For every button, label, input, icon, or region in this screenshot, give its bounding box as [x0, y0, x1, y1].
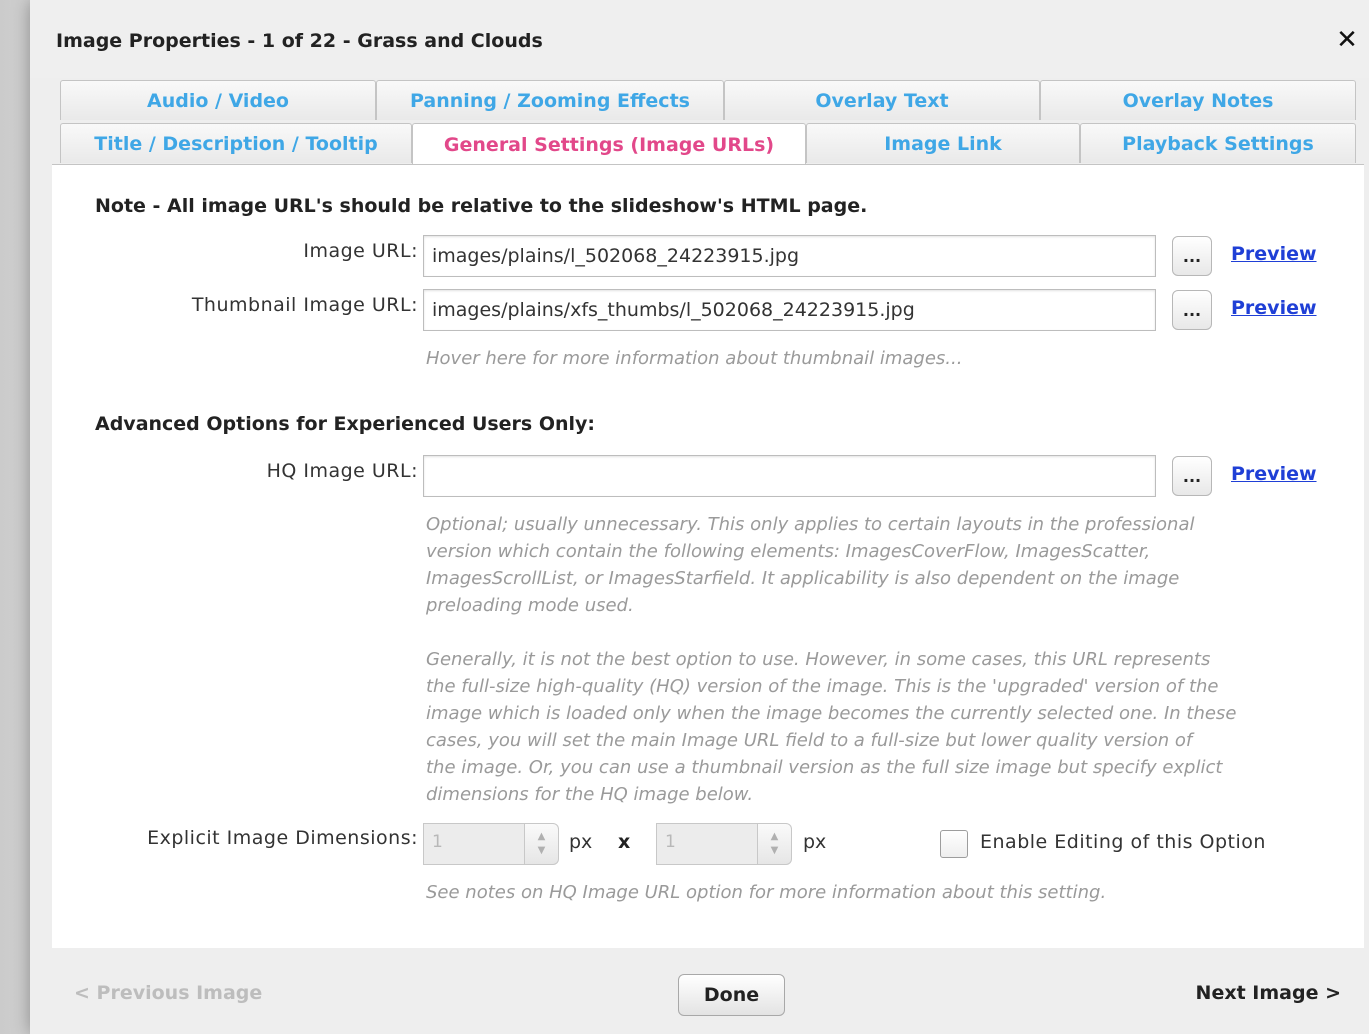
hint-line: version which contain the following elem…: [426, 541, 1151, 562]
width-unit: px: [569, 831, 593, 853]
next-image-button[interactable]: Next Image >: [1196, 982, 1341, 1004]
image-url-input[interactable]: [423, 235, 1156, 277]
tab-general-settings[interactable]: General Settings (Image URLs): [412, 123, 806, 165]
tab-title-description[interactable]: Title / Description / Tooltip: [60, 123, 412, 163]
hq-url-browse-button[interactable]: ...: [1172, 456, 1212, 496]
hq-url-preview-link[interactable]: Preview: [1231, 463, 1317, 485]
height-stepper-arrows[interactable]: ▲ ▼: [758, 823, 792, 865]
thumbnail-url-input[interactable]: [423, 289, 1156, 331]
thumbnail-hint[interactable]: Hover here for more information about th…: [426, 345, 1326, 372]
thumbnail-url-label: Thumbnail Image URL:: [191, 294, 418, 316]
thumbnail-url-preview-link[interactable]: Preview: [1231, 297, 1317, 319]
tab-audio-video[interactable]: Audio / Video: [60, 80, 376, 120]
tab-row-2: Title / Description / Tooltip General Se…: [60, 123, 1356, 165]
up-arrow-icon[interactable]: ▲: [771, 830, 779, 844]
thumbnail-url-browse-button[interactable]: ...: [1172, 290, 1212, 330]
width-stepper[interactable]: 1 ▲ ▼: [423, 823, 559, 865]
dimensions-hint: See notes on HQ Image URL option for mor…: [426, 882, 1107, 903]
hint-line: dimensions for the HQ image below.: [426, 784, 754, 805]
tab-image-link[interactable]: Image Link: [806, 123, 1080, 163]
hint-line: the image. Or, you can use a thumbnail v…: [426, 757, 1223, 778]
hint-line: preloading mode used.: [426, 595, 634, 616]
hint-line: cases, you will set the main Image URL f…: [426, 730, 1193, 751]
times-sign: x: [618, 831, 631, 853]
url-note: Note - All image URL's should be relativ…: [95, 195, 868, 217]
hint-line: ImagesScrollList, or ImagesStarfield. It…: [426, 568, 1180, 589]
image-url-browse-button[interactable]: ...: [1172, 236, 1212, 276]
tab-playback-settings[interactable]: Playback Settings: [1080, 123, 1356, 163]
height-unit: px: [803, 831, 827, 853]
height-value[interactable]: 1: [656, 823, 758, 865]
image-url-label: Image URL:: [303, 240, 418, 262]
up-arrow-icon[interactable]: ▲: [538, 830, 546, 844]
image-properties-dialog: Image Properties - 1 of 22 - Grass and C…: [30, 0, 1369, 1034]
general-settings-panel: Note - All image URL's should be relativ…: [52, 164, 1364, 948]
tab-row-1: Audio / Video Panning / Zooming Effects …: [60, 80, 1356, 120]
tab-panning-zooming[interactable]: Panning / Zooming Effects: [376, 80, 724, 120]
width-stepper-arrows[interactable]: ▲ ▼: [525, 823, 559, 865]
hint-line: Optional; usually unnecessary. This only…: [426, 514, 1195, 535]
hq-hint-optional: Optional; usually unnecessary. This only…: [426, 511, 1326, 619]
height-stepper[interactable]: 1 ▲ ▼: [656, 823, 792, 865]
hq-hint-general: Generally, it is not the best option to …: [426, 646, 1326, 808]
hint-line: Generally, it is not the best option to …: [426, 649, 1211, 670]
hq-url-label: HQ Image URL:: [266, 460, 418, 482]
advanced-options-heading: Advanced Options for Experienced Users O…: [95, 413, 596, 435]
down-arrow-icon[interactable]: ▼: [771, 844, 779, 858]
image-url-preview-link[interactable]: Preview: [1231, 243, 1317, 265]
hq-url-input[interactable]: [423, 455, 1156, 497]
tab-overlay-text[interactable]: Overlay Text: [724, 80, 1040, 120]
dialog-titlebar: Image Properties - 1 of 22 - Grass and C…: [30, 0, 1369, 78]
dialog-title: Image Properties - 1 of 22 - Grass and C…: [56, 30, 543, 52]
width-value[interactable]: 1: [423, 823, 525, 865]
previous-image-button[interactable]: < Previous Image: [74, 982, 262, 1004]
down-arrow-icon[interactable]: ▼: [538, 844, 546, 858]
close-icon[interactable]: ✕: [1333, 26, 1361, 54]
tab-overlay-notes[interactable]: Overlay Notes: [1040, 80, 1356, 120]
enable-editing-checkbox[interactable]: [940, 830, 968, 858]
dimensions-label: Explicit Image Dimensions:: [147, 827, 418, 849]
hint-line: the full-size high-quality (HQ) version …: [426, 676, 1219, 697]
enable-editing-label[interactable]: Enable Editing of this Option: [980, 831, 1266, 853]
done-button[interactable]: Done: [678, 974, 785, 1016]
hint-line: image which is loaded only when the imag…: [426, 703, 1237, 724]
